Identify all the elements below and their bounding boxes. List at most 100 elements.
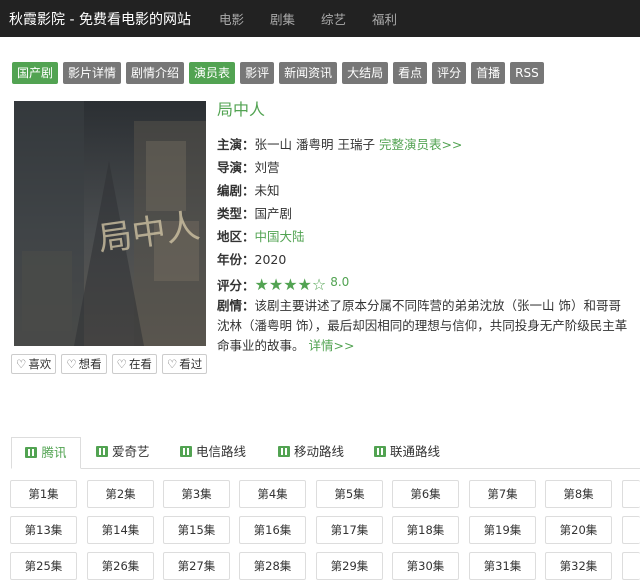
film-icon: [25, 447, 38, 458]
episode-button[interactable]: 第5集: [316, 480, 383, 508]
rating-label: 评分：: [217, 278, 255, 293]
plot-text: 该剧主要讲述了原本分属不同阵营的弟弟沈放（张一山 饰）和哥哥沈林（潘粤明 饰），…: [217, 298, 628, 353]
episode-button[interactable]: 第8集: [545, 480, 612, 508]
type-row: 类型：国产剧: [217, 202, 632, 225]
site-title[interactable]: 秋霞影院 - 免费看电影的网站: [0, 9, 191, 29]
episode-button-partial[interactable]: [622, 516, 640, 544]
region-label: 地区：: [217, 229, 255, 244]
episode-button[interactable]: 第31集: [469, 552, 536, 580]
episode-button[interactable]: 第3集: [163, 480, 230, 508]
episode-button[interactable]: 第7集: [469, 480, 536, 508]
episode-button[interactable]: 第1集: [10, 480, 77, 508]
episode-button[interactable]: 第19集: [469, 516, 536, 544]
heart-icon: ♡: [66, 357, 77, 371]
tag-rating[interactable]: 评分: [432, 62, 467, 84]
year-value: 2020: [254, 252, 287, 267]
nav-variety[interactable]: 综艺: [321, 9, 346, 28]
source-tab-unicom[interactable]: 联通路线: [370, 437, 444, 469]
tag-news[interactable]: 新闻资讯: [279, 62, 338, 84]
full-cast-link[interactable]: 完整演员表>>: [379, 137, 462, 152]
episode-button[interactable]: 第20集: [545, 516, 612, 544]
episode-button[interactable]: 第18集: [392, 516, 459, 544]
watched-button[interactable]: ♡ 看过: [161, 354, 208, 374]
director-label: 导演：: [217, 160, 255, 175]
source-tab-tencent[interactable]: 腾讯: [11, 437, 81, 469]
rating-stars-icon: ★★★★☆: [254, 275, 327, 294]
tag-premiere[interactable]: 首播: [471, 62, 506, 84]
source-tab-label: 移动路线: [294, 444, 345, 459]
tag-highlights[interactable]: 看点: [393, 62, 428, 84]
tag-cast[interactable]: 演员表: [189, 62, 236, 84]
episode-button[interactable]: 第29集: [316, 552, 383, 580]
type-value: 国产剧: [254, 206, 293, 221]
writer-label: 编剧：: [217, 183, 255, 198]
writer-row: 编剧：未知: [217, 179, 632, 202]
like-label: 喜欢: [28, 357, 52, 371]
episode-button[interactable]: 第27集: [163, 552, 230, 580]
detail-panel: 局中人 主演：张一山 潘粤明 王瑞子 完整演员表>> 导演：刘营 编剧：未知 类…: [217, 96, 632, 356]
nav-movie[interactable]: 电影: [219, 9, 244, 28]
source-tab-label: 腾讯: [41, 445, 67, 460]
episode-button[interactable]: 第16集: [239, 516, 306, 544]
year-label: 年份：: [217, 252, 255, 267]
episode-button[interactable]: 第32集: [545, 552, 612, 580]
episode-button[interactable]: 第4集: [239, 480, 306, 508]
actors-label: 主演：: [217, 137, 255, 152]
tag-details[interactable]: 影片详情: [63, 62, 122, 84]
director-row: 导演：刘营: [217, 156, 632, 179]
heart-icon: ♡: [16, 357, 27, 371]
source-tab-telecom[interactable]: 电信路线: [176, 437, 250, 469]
episode-button[interactable]: 第25集: [10, 552, 77, 580]
heart-icon: ♡: [166, 357, 178, 371]
poster-artwork: 局中人: [14, 101, 206, 346]
source-tab-label: 爱奇艺: [112, 444, 150, 459]
episode-button-partial[interactable]: [622, 552, 640, 580]
plot-more-link[interactable]: 详情>>: [309, 338, 355, 353]
episode-button[interactable]: 第14集: [87, 516, 154, 544]
episode-button[interactable]: 第30集: [392, 552, 459, 580]
tag-plot[interactable]: 剧情介绍: [126, 62, 185, 84]
nav-welfare[interactable]: 福利: [372, 9, 397, 28]
want-label: 想看: [78, 357, 102, 371]
heart-icon: ♡: [116, 357, 127, 371]
year-row: 年份：2020: [217, 248, 632, 271]
watching-button[interactable]: ♡ 在看: [111, 354, 157, 374]
film-icon: [374, 446, 386, 457]
plot-label: 剧情：: [217, 298, 255, 313]
source-tab-mobile[interactable]: 移动路线: [274, 437, 348, 469]
actors-value: 张一山 潘粤明 王瑞子: [254, 137, 375, 152]
rating-score: 8.0: [330, 275, 350, 289]
like-button[interactable]: ♡ 喜欢: [11, 354, 57, 374]
source-tab-label: 联通路线: [390, 444, 441, 459]
region-link[interactable]: 中国大陆: [255, 229, 305, 244]
episode-button[interactable]: 第6集: [392, 480, 459, 508]
episode-button[interactable]: 第13集: [10, 516, 77, 544]
want-button[interactable]: ♡ 想看: [61, 354, 107, 374]
rating-row: 评分：★★★★☆ 8.0: [217, 271, 632, 294]
tag-rss[interactable]: RSS: [510, 62, 544, 84]
film-icon: [278, 446, 290, 457]
tag-review[interactable]: 影评: [240, 62, 275, 84]
category-tags: 国产剧 影片详情 剧情介绍 演员表 影评 新闻资讯 大结局 看点 评分 首播 R…: [12, 62, 544, 84]
show-title: 局中人: [217, 100, 266, 119]
tag-category[interactable]: 国产剧: [12, 62, 59, 84]
source-tab-iqiyi[interactable]: 爱奇艺: [92, 437, 154, 469]
top-bar: 秋霞影院 - 免费看电影的网站 电影 剧集 综艺 福利: [0, 0, 640, 37]
episode-button[interactable]: 第15集: [163, 516, 230, 544]
watching-label: 在看: [128, 357, 152, 371]
episode-button[interactable]: 第2集: [87, 480, 154, 508]
watched-label: 看过: [179, 357, 203, 371]
episode-button[interactable]: 第26集: [87, 552, 154, 580]
top-nav: 电影 剧集 综艺 福利: [219, 9, 397, 28]
poster-image[interactable]: 局中人: [14, 101, 206, 346]
episode-button[interactable]: 第17集: [316, 516, 383, 544]
like-buttons: ♡ 喜欢 ♡ 想看 ♡ 在看 ♡ 看过: [11, 354, 208, 374]
actors-row: 主演：张一山 潘粤明 王瑞子 完整演员表>>: [217, 133, 632, 156]
film-icon: [96, 446, 108, 457]
nav-series[interactable]: 剧集: [270, 9, 295, 28]
episode-button-partial[interactable]: [622, 480, 640, 508]
tag-finale[interactable]: 大结局: [342, 62, 389, 84]
film-icon: [180, 446, 192, 457]
source-tab-label: 电信路线: [196, 444, 247, 459]
episode-button[interactable]: 第28集: [239, 552, 306, 580]
